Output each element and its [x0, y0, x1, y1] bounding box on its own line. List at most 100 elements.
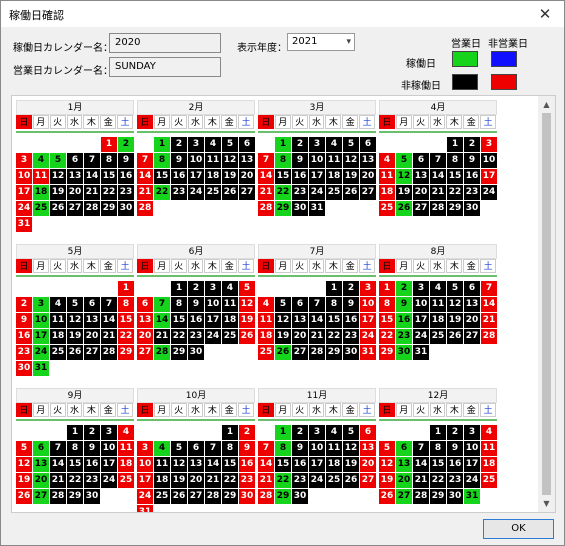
day-cell[interactable]: 4	[118, 425, 134, 440]
day-cell[interactable]: 20	[360, 169, 376, 184]
day-cell[interactable]: 11	[326, 441, 342, 456]
day-cell[interactable]: 2	[239, 425, 255, 440]
day-cell[interactable]: 21	[101, 329, 117, 344]
day-cell[interactable]: 6	[464, 281, 480, 296]
day-cell[interactable]: 26	[171, 489, 187, 504]
day-cell[interactable]: 15	[171, 313, 187, 328]
day-cell[interactable]: 3	[464, 425, 480, 440]
day-cell[interactable]: 28	[413, 489, 429, 504]
day-cell[interactable]: 25	[258, 345, 274, 360]
day-cell[interactable]: 9	[396, 297, 412, 312]
day-cell[interactable]: 24	[101, 473, 117, 488]
day-cell[interactable]: 2	[16, 297, 32, 312]
day-cell[interactable]: 18	[118, 457, 134, 472]
day-cell[interactable]: 4	[430, 281, 446, 296]
day-cell[interactable]: 9	[464, 153, 480, 168]
day-cell[interactable]: 22	[275, 185, 291, 200]
day-cell[interactable]: 27	[413, 201, 429, 216]
day-cell[interactable]: 25	[379, 201, 395, 216]
day-cell[interactable]: 8	[326, 297, 342, 312]
day-cell[interactable]: 27	[67, 201, 83, 216]
day-cell[interactable]: 11	[222, 297, 238, 312]
day-cell[interactable]: 21	[309, 329, 325, 344]
day-cell[interactable]: 16	[16, 329, 32, 344]
day-cell[interactable]: 25	[205, 185, 221, 200]
day-cell[interactable]: 24	[137, 489, 153, 504]
day-cell[interactable]: 22	[430, 473, 446, 488]
day-cell[interactable]: 29	[118, 345, 134, 360]
day-cell[interactable]: 1	[430, 425, 446, 440]
day-cell[interactable]: 6	[360, 137, 376, 152]
day-cell[interactable]: 1	[101, 137, 117, 152]
day-cell[interactable]: 30	[16, 361, 32, 376]
day-cell[interactable]: 14	[84, 169, 100, 184]
day-cell[interactable]: 13	[292, 313, 308, 328]
day-cell[interactable]: 29	[275, 201, 291, 216]
day-cell[interactable]: 28	[430, 201, 446, 216]
day-cell[interactable]: 2	[447, 425, 463, 440]
day-cell[interactable]: 29	[222, 489, 238, 504]
day-cell[interactable]: 7	[413, 441, 429, 456]
day-cell[interactable]: 17	[309, 169, 325, 184]
day-cell[interactable]: 19	[343, 457, 359, 472]
day-cell[interactable]: 17	[413, 313, 429, 328]
day-cell[interactable]: 21	[154, 329, 170, 344]
day-cell[interactable]: 6	[67, 153, 83, 168]
day-cell[interactable]: 9	[118, 153, 134, 168]
day-cell[interactable]: 8	[275, 153, 291, 168]
day-cell[interactable]: 9	[343, 297, 359, 312]
day-cell[interactable]: 16	[84, 457, 100, 472]
day-cell[interactable]: 20	[413, 185, 429, 200]
calendar-area[interactable]: ▲ ▼ 1月日月火水木金土 1 2 3 4 5 6 7 8 9 10 11 12 13 14 15 16 17 18…	[11, 95, 556, 513]
day-cell[interactable]: 29	[379, 345, 395, 360]
day-cell[interactable]: 13	[84, 313, 100, 328]
day-cell[interactable]: 26	[239, 329, 255, 344]
day-cell[interactable]: 18	[222, 313, 238, 328]
day-cell[interactable]: 27	[84, 345, 100, 360]
day-cell[interactable]: 5	[50, 153, 66, 168]
day-cell[interactable]: 13	[360, 153, 376, 168]
day-cell[interactable]: 26	[396, 201, 412, 216]
day-cell[interactable]: 8	[67, 441, 83, 456]
day-cell[interactable]: 15	[222, 457, 238, 472]
day-cell[interactable]: 30	[447, 489, 463, 504]
day-cell[interactable]: 18	[481, 457, 497, 472]
day-cell[interactable]: 30	[396, 345, 412, 360]
day-cell[interactable]: 11	[379, 169, 395, 184]
day-cell[interactable]: 8	[101, 153, 117, 168]
day-cell[interactable]: 6	[360, 425, 376, 440]
day-cell[interactable]: 22	[379, 329, 395, 344]
day-cell[interactable]: 17	[33, 329, 49, 344]
day-cell[interactable]: 26	[16, 489, 32, 504]
day-cell[interactable]: 12	[447, 297, 463, 312]
day-cell[interactable]: 15	[447, 169, 463, 184]
day-cell[interactable]: 11	[430, 297, 446, 312]
day-cell[interactable]: 18	[430, 313, 446, 328]
day-cell[interactable]: 25	[326, 473, 342, 488]
day-cell[interactable]: 5	[67, 297, 83, 312]
day-cell[interactable]: 5	[275, 297, 291, 312]
day-cell[interactable]: 16	[464, 169, 480, 184]
day-cell[interactable]: 22	[326, 329, 342, 344]
day-cell[interactable]: 26	[343, 473, 359, 488]
day-cell[interactable]: 16	[343, 313, 359, 328]
day-cell[interactable]: 20	[67, 185, 83, 200]
day-cell[interactable]: 27	[137, 345, 153, 360]
day-cell[interactable]: 24	[481, 185, 497, 200]
day-cell[interactable]: 22	[67, 473, 83, 488]
day-cell[interactable]: 20	[464, 313, 480, 328]
day-cell[interactable]: 18	[205, 169, 221, 184]
day-cell[interactable]: 24	[205, 329, 221, 344]
day-cell[interactable]: 12	[275, 313, 291, 328]
day-cell[interactable]: 20	[84, 329, 100, 344]
day-cell[interactable]: 28	[481, 329, 497, 344]
day-cell[interactable]: 26	[343, 185, 359, 200]
day-cell[interactable]: 30	[292, 201, 308, 216]
day-cell[interactable]: 30	[292, 489, 308, 504]
day-cell[interactable]: 28	[50, 489, 66, 504]
day-cell[interactable]: 15	[154, 169, 170, 184]
day-cell[interactable]: 13	[360, 441, 376, 456]
day-cell[interactable]: 28	[154, 345, 170, 360]
day-cell[interactable]: 12	[171, 457, 187, 472]
day-cell[interactable]: 10	[33, 313, 49, 328]
